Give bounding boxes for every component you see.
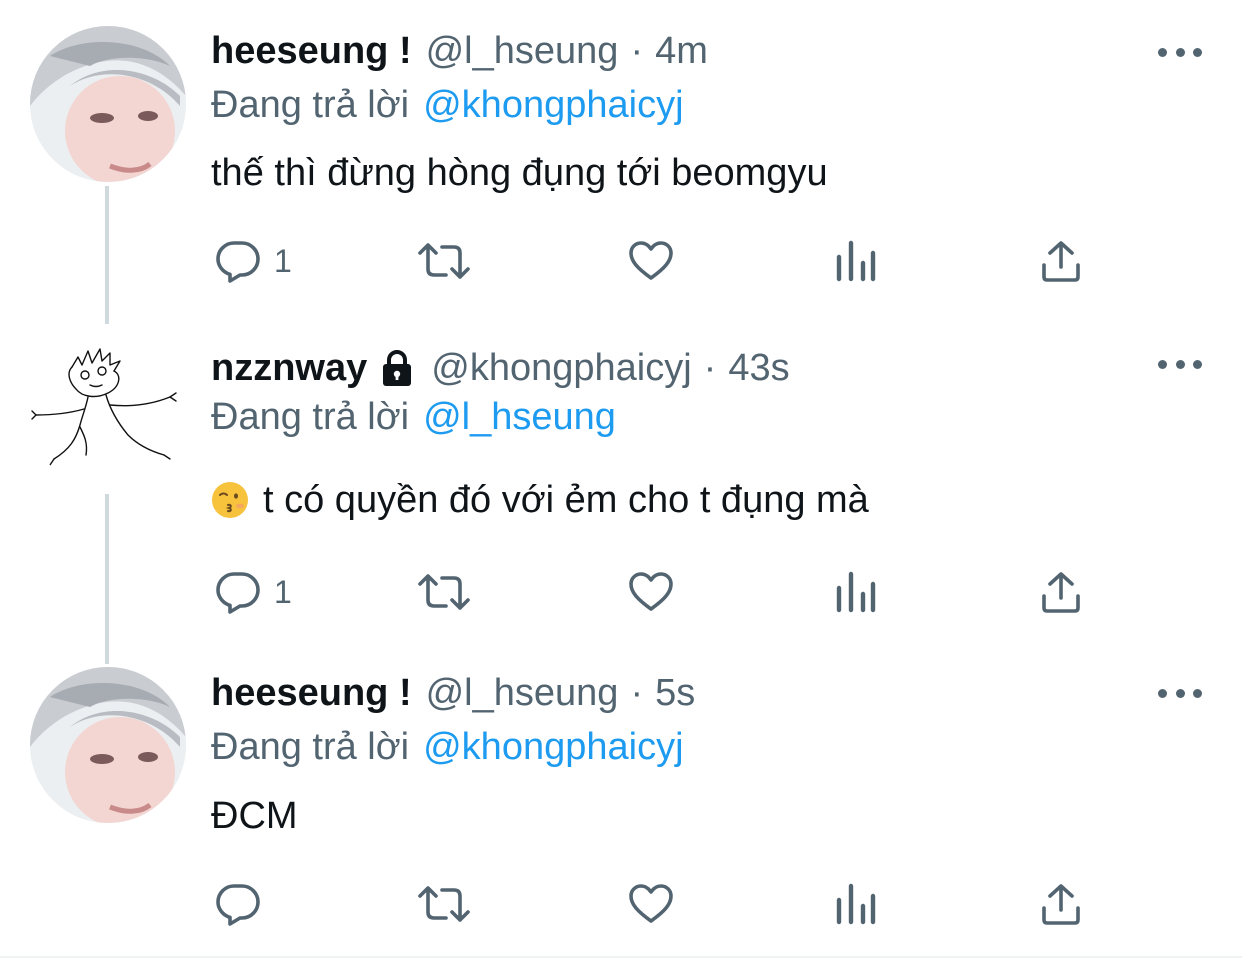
heart-icon [629, 884, 673, 923]
tweet-header: heeseung ! @l_hseung · 5s [211, 668, 695, 718]
timestamp[interactable]: 43s [728, 347, 789, 390]
like-button[interactable] [626, 879, 676, 929]
display-name[interactable]: nzznway [211, 347, 367, 390]
lock-icon [383, 349, 412, 386]
replying-prefix: Đang trả lời [211, 725, 410, 768]
retweet-button[interactable] [416, 236, 472, 286]
tweet[interactable]: heeseung ! @l_hseung · 4m Đang trả lời @… [0, 0, 1242, 320]
avatar[interactable] [30, 26, 186, 182]
retweet-button[interactable] [416, 879, 472, 929]
analytics-icon [836, 883, 876, 925]
reply-icon [216, 884, 260, 926]
reply-button[interactable] [214, 879, 262, 929]
timestamp[interactable]: 4m [655, 30, 708, 73]
tweet-text: ĐCM [211, 790, 298, 842]
display-name[interactable]: heeseung ! [211, 30, 412, 73]
display-name[interactable]: heeseung ! [211, 672, 412, 715]
tweet-text: thế thì đừng hòng đụng tới beomgyu [211, 147, 828, 199]
share-button[interactable] [1038, 236, 1084, 286]
share-button[interactable] [1038, 879, 1084, 929]
timestamp[interactable]: 5s [655, 672, 695, 715]
divider [0, 956, 1242, 958]
replying-to: Đang trả lời @l_hseung [211, 392, 616, 442]
photo-avatar [30, 26, 186, 182]
tweet-header: nzznway @khongphaicyj · 43s [211, 343, 790, 393]
heart-icon [629, 572, 673, 611]
replying-to: Đang trả lời @khongphaicyj [211, 722, 684, 772]
replying-prefix: Đang trả lời [211, 395, 410, 438]
photo-avatar [30, 667, 186, 823]
tweet-body: ĐCM [211, 794, 298, 837]
separator: · [703, 346, 717, 389]
avatar[interactable] [30, 667, 186, 823]
tweet[interactable]: nzznway @khongphaicyj · 43s Đang trả lời… [0, 320, 1242, 650]
analytics-icon [836, 571, 876, 613]
reply-count: 1 [274, 242, 292, 279]
doodle-avatar [30, 335, 186, 491]
mention-link[interactable]: @l_hseung [423, 396, 616, 439]
more-icon[interactable] [1158, 683, 1202, 703]
kissing-face-emoji [212, 482, 248, 518]
reply-button[interactable]: 1 [214, 236, 292, 286]
more-icon[interactable] [1158, 354, 1202, 374]
tweet-text: t có quyền đó với ẻm cho t đụng mà [211, 474, 869, 526]
user-handle[interactable]: @khongphaicyj [431, 347, 691, 390]
user-handle[interactable]: @l_hseung [426, 30, 619, 73]
analytics-button[interactable] [833, 879, 879, 929]
separator: · [630, 671, 644, 714]
share-button[interactable] [1038, 567, 1084, 617]
analytics-button[interactable] [833, 236, 879, 286]
retweet-icon [418, 574, 470, 610]
separator: · [630, 29, 644, 72]
tweet-body: t có quyền đó với ẻm cho t đụng mà [263, 478, 869, 521]
mention-link[interactable]: @khongphaicyj [423, 726, 683, 769]
tweet-header: heeseung ! @l_hseung · 4m [211, 26, 708, 76]
retweet-icon [418, 886, 470, 922]
analytics-icon [836, 240, 876, 282]
tweet[interactable]: heeseung ! @l_hseung · 5s Đang trả lời @… [0, 650, 1242, 956]
tweet-body: thế thì đừng hòng đụng tới beomgyu [211, 151, 828, 194]
retweet-button[interactable] [416, 567, 472, 617]
share-icon [1042, 884, 1080, 925]
share-icon [1042, 241, 1080, 282]
replying-to: Đang trả lời @khongphaicyj [211, 80, 684, 130]
reply-button[interactable]: 1 [214, 567, 292, 617]
retweet-icon [418, 243, 470, 279]
reply-icon [216, 241, 260, 283]
more-icon[interactable] [1158, 42, 1202, 62]
like-button[interactable] [626, 567, 676, 617]
replying-prefix: Đang trả lời [211, 83, 410, 126]
reply-count: 1 [274, 573, 292, 610]
mention-link[interactable]: @khongphaicyj [423, 84, 683, 127]
heart-icon [629, 241, 673, 280]
share-icon [1042, 572, 1080, 613]
analytics-button[interactable] [833, 567, 879, 617]
avatar[interactable] [30, 335, 186, 491]
user-handle[interactable]: @l_hseung [426, 672, 619, 715]
like-button[interactable] [626, 236, 676, 286]
reply-icon [216, 572, 260, 614]
